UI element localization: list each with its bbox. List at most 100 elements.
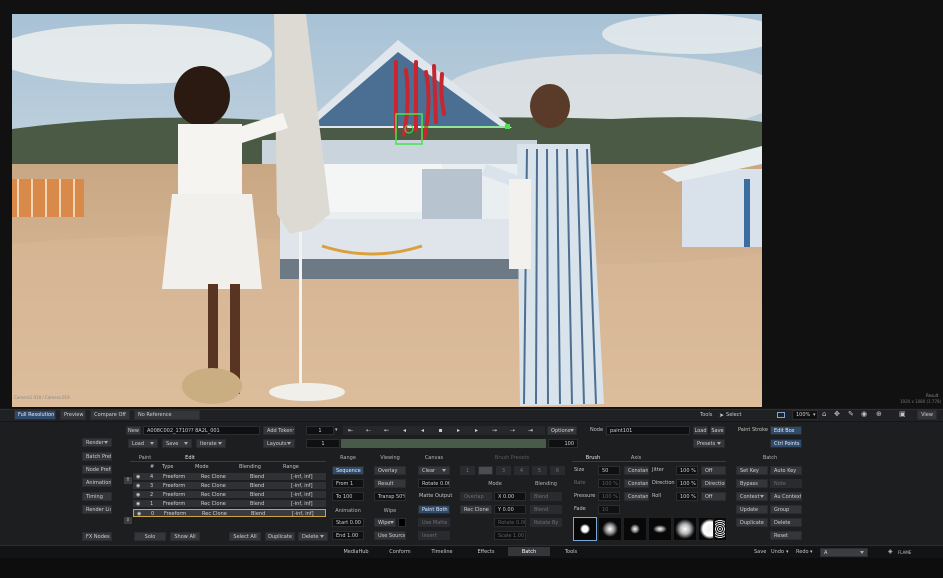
table-row[interactable]: ◉ 2 Freeform Rec Clone Blend [-inf, inf]	[133, 491, 326, 499]
brush-rotate-field[interactable]: Rotate 0.00	[494, 518, 526, 527]
table-row[interactable]: ◉ 3 Freeform Rec Clone Blend [-inf, inf]	[133, 482, 326, 490]
redo-dropdown-icon[interactable]: ▾	[810, 550, 813, 555]
batch-delete-button[interactable]: Delete	[770, 518, 802, 527]
tab-conform[interactable]: Conform	[380, 547, 420, 556]
table-row[interactable]: ◉ 4 Freeform Rec Clone Blend [-inf, inf]	[133, 473, 326, 481]
color-icon[interactable]: ◉	[861, 411, 867, 418]
eye-icon[interactable]: ◉	[136, 474, 140, 480]
bottom-undo-button[interactable]: Undo	[771, 550, 784, 555]
full-resolution-button[interactable]: Full Resolution	[14, 410, 56, 420]
presets-dropdown[interactable]: Presets	[693, 439, 725, 448]
rec-clone-button[interactable]: Rec Clone	[460, 505, 492, 514]
layouts-dropdown[interactable]: Layouts	[263, 439, 295, 448]
load-dropdown[interactable]: Load	[128, 439, 158, 448]
canvas-rotate-field[interactable]: Rotate 0.00	[418, 479, 450, 488]
pressure-field[interactable]: 100 %	[598, 492, 620, 501]
timing-button[interactable]: Timing	[82, 492, 112, 501]
show-all-button[interactable]: Show All	[170, 532, 200, 541]
overlap-button[interactable]: Overlap	[460, 492, 492, 501]
to-field[interactable]: To 100	[332, 492, 364, 501]
brush-sample-1[interactable]	[573, 517, 597, 541]
prev-frame-icon[interactable]: ◂	[400, 426, 409, 434]
fade-field[interactable]: 10	[598, 505, 620, 514]
wipe-dropdown[interactable]: Wipe	[374, 518, 396, 527]
ctrl-points-button[interactable]: Ctrl Points	[770, 439, 802, 448]
brush-x-field[interactable]: X 0.00	[494, 492, 526, 501]
home-icon[interactable]: ⌂	[822, 411, 826, 418]
paint-both-button[interactable]: Paint Both	[418, 505, 450, 514]
next-frame-icon[interactable]: ▸	[472, 426, 481, 434]
undo-dropdown-icon[interactable]: ▾	[786, 550, 789, 555]
note-button[interactable]: Note	[770, 479, 802, 488]
prev-mark-icon[interactable]: ⇜	[382, 426, 391, 434]
auto-key-button[interactable]: Auto Key	[770, 466, 802, 475]
reset-button[interactable]: Reset	[770, 531, 802, 540]
transparency-field[interactable]: Transp 50%	[374, 492, 406, 501]
timeline-scrubber[interactable]	[341, 439, 546, 448]
viewer[interactable]: Camera1 019 / Camera 019 Result 1920 x 1…	[0, 0, 943, 408]
tab-batch[interactable]: Batch	[508, 547, 550, 556]
wireframe-icon[interactable]: ⊕	[876, 411, 882, 418]
end-field[interactable]: End 1.00	[332, 531, 364, 540]
bypass-button[interactable]: Bypass	[736, 479, 768, 488]
au-context-button[interactable]: Au Context	[770, 492, 802, 501]
duplicate-layer-button[interactable]: Duplicate	[265, 532, 295, 541]
group-button[interactable]: Group	[770, 505, 802, 514]
next-key-icon[interactable]: ⇢	[508, 426, 517, 434]
frame-field[interactable]: 1	[306, 426, 334, 435]
start-field[interactable]: Start 0.00	[332, 518, 364, 527]
preset-slot-5[interactable]: 5	[532, 466, 547, 475]
jitter-field[interactable]: 100 %	[676, 466, 698, 475]
next-mark-icon[interactable]: ⇝	[490, 426, 499, 434]
preset-slot-4[interactable]: 4	[514, 466, 529, 475]
preset-slot-2[interactable]	[478, 466, 493, 475]
rate-field[interactable]: 100 %	[598, 479, 620, 488]
iterate-dropdown[interactable]: Iterate	[196, 439, 226, 448]
goto-start-icon[interactable]: ⇤	[346, 426, 355, 434]
preset-slot-1[interactable]: 1	[460, 466, 475, 475]
compare-off-button[interactable]: Compare Off	[90, 410, 130, 420]
render-list-button[interactable]: Render List	[82, 505, 112, 514]
bottom-search-field[interactable]: A	[820, 548, 868, 557]
brush-sample-4[interactable]	[648, 517, 672, 541]
from-field[interactable]: From 1	[332, 479, 364, 488]
end-frame-field[interactable]: 100	[548, 439, 578, 448]
node-save-button[interactable]: Save	[710, 426, 725, 435]
set-key-button[interactable]: Set Key	[736, 466, 768, 475]
save-dropdown[interactable]: Save	[162, 439, 192, 448]
move-down-button[interactable]: ⇓	[124, 517, 132, 524]
direction-button[interactable]: Direction	[701, 479, 726, 488]
eye-icon[interactable]: ◉	[136, 483, 140, 489]
pressure-constant-button[interactable]: Constant	[624, 492, 649, 501]
clear-dropdown[interactable]: Clear	[418, 466, 450, 475]
roll-field[interactable]: 100 %	[676, 492, 698, 501]
eyedropper-icon[interactable]: ✎	[848, 411, 854, 418]
brush-y-field[interactable]: Y 0.00	[494, 505, 526, 514]
brush-scale-field[interactable]: Scale 1.00	[494, 531, 526, 540]
goto-end-icon[interactable]: ⇥	[526, 426, 535, 434]
no-reference-button[interactable]: No Reference	[134, 410, 200, 420]
preset-slot-6[interactable]: 6	[550, 466, 565, 475]
prev-key-icon[interactable]: ⇠	[364, 426, 373, 434]
brush-sample-7[interactable]	[713, 517, 727, 541]
overlay-button[interactable]: Overlay	[374, 466, 406, 475]
bottom-save-button[interactable]: Save	[754, 550, 766, 555]
select-tool-dropdown[interactable]: ➤ Select	[715, 410, 771, 420]
layout-icon[interactable]: ▣	[899, 411, 906, 418]
batch-prefs-button[interactable]: Batch Prefs	[82, 452, 112, 461]
eye-icon[interactable]: ◉	[136, 492, 140, 498]
pan-icon[interactable]: ✥	[834, 411, 840, 418]
rectangle-icon[interactable]	[777, 412, 785, 418]
render-button[interactable]: Render	[82, 438, 112, 447]
frame-dropdown-icon[interactable]: ▾	[335, 428, 338, 433]
play-reverse-icon[interactable]: ◂	[418, 426, 427, 434]
use-source-button[interactable]: Use Source	[374, 531, 406, 540]
blend-mode-button[interactable]: Blend	[530, 505, 562, 514]
preset-slot-3[interactable]: 3	[496, 466, 511, 475]
invert-button[interactable]: Invert	[418, 531, 450, 540]
view-button[interactable]: View	[917, 410, 937, 420]
rotate-by-button[interactable]: Rotate By	[530, 518, 562, 527]
node-prefs-button[interactable]: Node Prefs	[82, 465, 112, 474]
move-up-button[interactable]: ⇑	[124, 477, 132, 484]
solo-button[interactable]: Solo	[134, 532, 166, 541]
